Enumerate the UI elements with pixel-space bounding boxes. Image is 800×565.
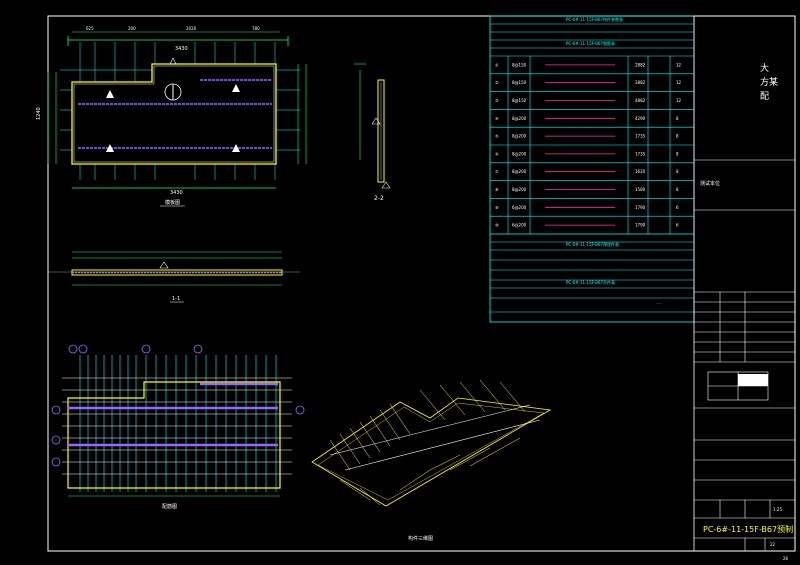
rebar-qty: 6 bbox=[676, 223, 679, 228]
iso-caption: 构件三维图 bbox=[408, 535, 433, 542]
plan-view: 3430 3430 模板图 1240 625 200 2020 780 bbox=[36, 26, 307, 207]
rebar-id: ③ bbox=[495, 98, 499, 103]
rebar-qty: 12 bbox=[676, 62, 682, 67]
rebar-qty: 12 bbox=[676, 80, 682, 85]
table-header-embed: PC-6#-11-15F-B67预埋件表 bbox=[566, 241, 619, 247]
rebar-length: 1620 bbox=[635, 169, 646, 174]
rebar-length: 2882 bbox=[635, 62, 646, 67]
rebar-length: 2882 bbox=[635, 80, 646, 85]
rebar-qty: 8 bbox=[676, 116, 679, 121]
rebar-length: 4882 bbox=[635, 98, 646, 103]
rebar-qty: 12 bbox=[676, 98, 682, 103]
table-header-lift: PC-6#-11-15F-B67吊件表 bbox=[566, 279, 615, 285]
rebar-qty: 6 bbox=[676, 205, 679, 210]
svg-text:200: 200 bbox=[128, 26, 136, 31]
rebar-qty: 8 bbox=[676, 187, 679, 192]
svg-text:2020: 2020 bbox=[186, 26, 197, 31]
cad-drawing-sheet: 3430 3430 模板图 1240 625 200 2020 780 2-2 … bbox=[36, 15, 796, 552]
rebar-length: 1735 bbox=[635, 151, 646, 156]
section-2-2: 2-2 bbox=[354, 63, 391, 202]
rebar-dia: 8@200 bbox=[512, 169, 527, 174]
rebar-qty: 8 bbox=[676, 134, 679, 139]
rebar-qty: 8 bbox=[676, 151, 679, 156]
table-header-main: PC-6#-11-15F-B67构件参数表 bbox=[566, 16, 623, 22]
rebar-dia: 8@150 bbox=[512, 80, 527, 85]
svg-text:——: —— bbox=[656, 301, 662, 305]
svg-text:1240: 1240 bbox=[36, 107, 42, 120]
rebar-dia: 8@150 bbox=[512, 98, 527, 103]
rebar-length: 1580 bbox=[635, 187, 646, 192]
rebar-dia: 8@200 bbox=[512, 116, 527, 121]
iso-view bbox=[311, 379, 552, 507]
rebar-qty: 8 bbox=[676, 169, 679, 174]
rebar-id: ⑨ bbox=[495, 205, 499, 210]
rebar-plan: 配筋图 bbox=[51, 344, 305, 510]
rebar-dia: 6@200 bbox=[512, 205, 527, 210]
rebar-dia: 8@150 bbox=[512, 62, 527, 67]
table-header-rebar: PC-6#-11-15F-B67钢筋表 bbox=[566, 40, 615, 46]
plan-caption: 模板图 bbox=[165, 199, 180, 206]
svg-text:780: 780 bbox=[252, 26, 260, 31]
rebar-id: ⑦ bbox=[495, 169, 499, 174]
svg-text:3430: 3430 bbox=[170, 190, 183, 196]
rebar-length: 4290 bbox=[635, 116, 646, 121]
rebar-dia: 6@200 bbox=[512, 223, 527, 228]
rebar-length: 1790 bbox=[635, 223, 646, 228]
rebar-dia: 8@200 bbox=[512, 187, 527, 192]
rebar-id: ⑤ bbox=[495, 134, 499, 139]
plan-top-dim: 3430 bbox=[175, 46, 188, 52]
rebar-id: ⑥ bbox=[495, 151, 499, 156]
rebar-dia: 8@200 bbox=[512, 151, 527, 156]
section-1-1-label: 1-1 bbox=[172, 296, 180, 302]
rebar-length: 1790 bbox=[635, 205, 646, 210]
svg-text:625: 625 bbox=[86, 26, 94, 31]
rebar-id: ② bbox=[495, 80, 499, 85]
rebar-id: ⑧ bbox=[495, 187, 499, 192]
rebar-dia: 8@200 bbox=[512, 134, 527, 139]
rebar-id: ① bbox=[495, 62, 499, 67]
section-2-2-label: 2-2 bbox=[374, 195, 384, 202]
rebar-caption: 配筋图 bbox=[162, 503, 177, 510]
rebar-length: 1735 bbox=[635, 134, 646, 139]
section-1-1: 1-1 bbox=[48, 251, 300, 303]
title-block bbox=[693, 16, 795, 551]
rebar-id: ⑩ bbox=[495, 223, 499, 228]
rebar-id: ④ bbox=[495, 116, 499, 121]
parameter-table: ① 8@150 2882 12 ② 8@150 2882 12 ③ 8@150 4882 12 ④ 8@2… bbox=[489, 15, 695, 323]
